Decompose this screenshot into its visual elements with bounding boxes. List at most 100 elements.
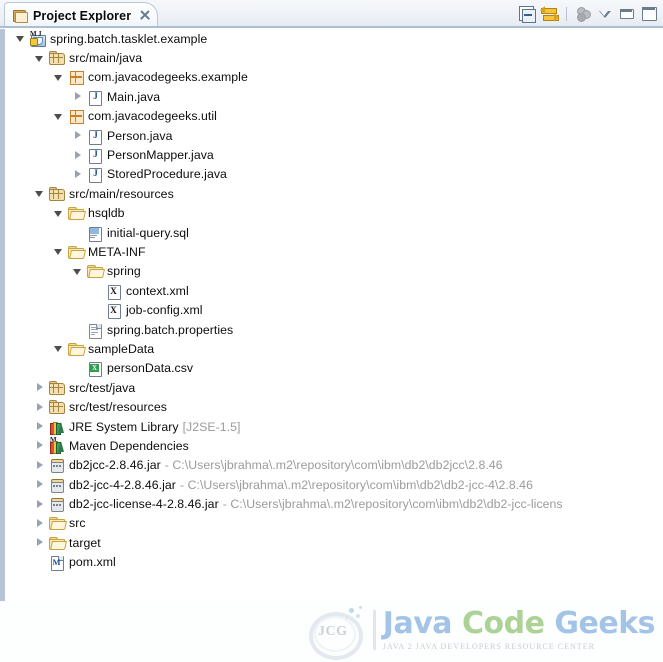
xml-file-icon: X: [105, 302, 122, 320]
jcg-monogram: JCG: [318, 624, 348, 639]
tree-row-label: src/test/resources: [69, 400, 167, 415]
tree-row-label: pom.xml: [69, 555, 116, 570]
tree-row-detail: - C:\Users\jbrahma\.m2\repository\com\ib…: [222, 497, 563, 512]
expand-arrow[interactable]: [53, 208, 64, 219]
package-icon: [67, 108, 84, 125]
collapse-arrow[interactable]: [34, 382, 45, 393]
close-icon[interactable]: [139, 10, 150, 21]
collapse-arrow[interactable]: [34, 537, 45, 548]
maven-pom-icon: M: [48, 554, 65, 572]
minimize-button[interactable]: [617, 5, 636, 23]
tree-row[interactable]: sampleData: [5, 339, 663, 358]
tree-row[interactable]: Xjob-config.xml: [5, 300, 663, 320]
tree-row[interactable]: Mpom.xml: [5, 553, 663, 572]
tree-row[interactable]: J PersonMapper.java: [5, 145, 663, 165]
collapse-arrow[interactable]: [34, 499, 45, 510]
project-explorer-view: Project Explorer M J spring.batch.taskle…: [0, 0, 663, 662]
collapse-arrow[interactable]: [34, 440, 45, 451]
java-file-icon: J: [86, 166, 103, 184]
tree-row[interactable]: db2jcc-2.8.46.jar - C:\Users\jbrahma\.m2\…: [5, 456, 663, 475]
collapse-all-button[interactable]: [517, 5, 536, 23]
collapse-arrow[interactable]: [34, 460, 45, 471]
tree-row-detail: [J2SE-1.5]: [182, 419, 241, 434]
view-menu-button[interactable]: [574, 5, 593, 23]
tree-row[interactable]: src/test/resources: [5, 397, 663, 416]
tree-row[interactable]: XpersonData.csv: [5, 359, 663, 378]
expand-arrow[interactable]: [72, 266, 83, 277]
library-icon: [48, 419, 65, 435]
logo-divider: [372, 610, 376, 650]
tree-row-label: spring.batch.tasklet.example: [50, 31, 208, 46]
collapse-arrow[interactable]: [72, 91, 83, 102]
expand-arrow[interactable]: [53, 111, 64, 122]
logo-word-java: Java: [382, 606, 453, 641]
tree-row[interactable]: spring.batch.properties: [5, 320, 663, 339]
expand-arrow[interactable]: [15, 33, 26, 44]
tab-label: Project Explorer: [33, 8, 132, 23]
tree-row-label: src/main/resources: [69, 186, 174, 201]
tree-row[interactable]: Xcontext.xml: [5, 281, 663, 300]
java-file-icon: J: [86, 89, 103, 106]
logo-text: Java Code Geeks JAVA 2 JAVA DEVELOPERS R…: [382, 606, 656, 652]
folder-icon: [48, 535, 67, 551]
tree-row[interactable]: src/test/java: [5, 378, 663, 397]
folder-icon: [13, 9, 28, 23]
tree-row[interactable]: com.javacodegeeks.util: [5, 107, 663, 126]
folder-icon: [48, 515, 67, 531]
expand-arrow[interactable]: [53, 246, 64, 257]
tree-row[interactable]: JRE System Library [J2SE-1.5]: [5, 417, 663, 436]
project-tree[interactable]: M Jspring.batch.tasklet.example src/main/j…: [0, 29, 663, 601]
chevron-down-icon[interactable]: [597, 5, 613, 23]
tree-row[interactable]: J Person.java: [5, 126, 663, 145]
tree-row[interactable]: hsqldb: [5, 204, 663, 223]
tree-row[interactable]: src: [5, 514, 663, 533]
source-folder-icon: [48, 50, 65, 66]
collapse-arrow[interactable]: [34, 479, 45, 490]
tree-row[interactable]: target: [5, 533, 663, 552]
tree-row-label: db2jcc-2.8.46.jar: [69, 458, 161, 473]
view-tab-bar: Project Explorer: [0, 0, 663, 28]
tree-row-label: src/main/java: [69, 51, 143, 66]
view-toolbar: [517, 4, 659, 24]
tree-row[interactable]: spring: [5, 262, 663, 281]
collapse-arrow[interactable]: [72, 150, 83, 161]
source-folder-icon: [48, 399, 65, 415]
maximize-button[interactable]: [640, 5, 659, 23]
java-project-icon: MJ: [29, 30, 46, 47]
xml-file-icon: X: [105, 283, 122, 300]
expand-arrow[interactable]: [34, 188, 45, 199]
package-icon: [67, 69, 84, 86]
collapse-arrow[interactable]: [72, 130, 83, 141]
collapse-arrow[interactable]: [34, 402, 45, 413]
tree-row[interactable]: META-INF: [5, 242, 663, 261]
expand-arrow[interactable]: [34, 53, 45, 64]
tree-row[interactable]: db2-jcc-4-2.8.46.jar - C:\Users\jbrahma\.…: [5, 475, 663, 494]
expand-arrow[interactable]: [53, 72, 64, 83]
tree-row[interactable]: M Maven Dependencies: [5, 436, 663, 455]
folder-icon: [86, 263, 105, 279]
collapse-arrow[interactable]: [34, 518, 45, 529]
java-file-icon: J: [86, 128, 103, 145]
tree-row[interactable]: J Main.java: [5, 87, 663, 106]
logo-tagline: JAVA 2 JAVA DEVELOPERS RESOURCE CENTER: [382, 642, 595, 651]
collapse-arrow[interactable]: [34, 421, 45, 432]
tree-row[interactable]: src/main/java: [5, 48, 663, 67]
tree-row-label: Main.java: [107, 89, 161, 104]
tree-row[interactable]: db2-jcc-license-4-2.8.46.jar - C:\Users\j…: [5, 494, 663, 513]
tree-row[interactable]: com.javacodegeeks.example: [5, 68, 663, 87]
tree-row[interactable]: M J spring.batch.tasklet.example: [5, 29, 663, 48]
link-with-editor-button[interactable]: [540, 5, 559, 23]
tree-row[interactable]: J StoredProcedure.java: [5, 165, 663, 184]
expand-arrow[interactable]: [53, 343, 64, 354]
tree-row-label: context.xml: [126, 283, 189, 298]
collapse-arrow[interactable]: [72, 169, 83, 180]
tree-row-label: PersonMapper.java: [107, 148, 214, 163]
jcg-mark-icon: JCG: [301, 602, 373, 660]
tab-project-explorer[interactable]: Project Explorer: [4, 2, 159, 28]
tree-row-label: META-INF: [88, 244, 146, 259]
tree-row[interactable]: src/main/resources: [5, 184, 663, 203]
tree-row[interactable]: initial-query.sql: [5, 223, 663, 242]
